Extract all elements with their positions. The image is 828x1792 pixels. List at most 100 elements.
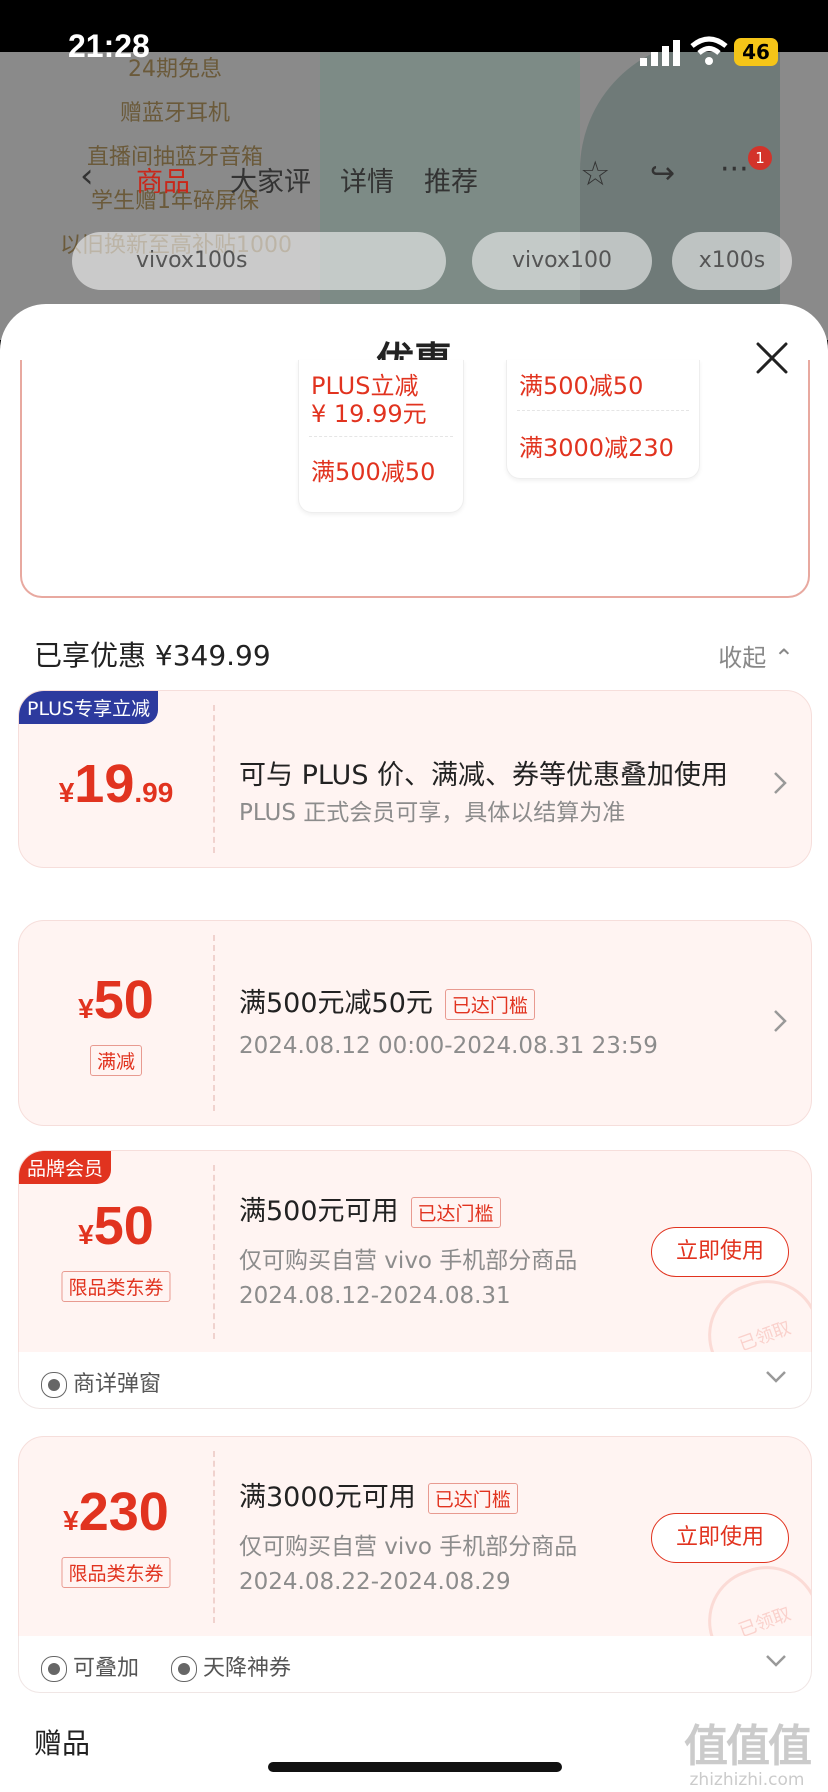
price-area: ¥50 满减: [19, 921, 213, 1125]
price-area: ¥230 限品类东券: [19, 1437, 213, 1637]
status-bar: 21:28 46: [0, 0, 828, 66]
validity-period: 2024.08.12-2024.08.31: [239, 1283, 511, 1309]
chevron-down-icon[interactable]: [765, 1370, 787, 1384]
chevron-right-icon: [774, 772, 787, 794]
coupon-footer[interactable]: 可叠加 天降神券: [18, 1636, 812, 1693]
stack-icon: [41, 1656, 67, 1682]
status-time: 21:28: [68, 28, 150, 64]
coupon-title-text: 满3000元可用: [239, 1482, 416, 1513]
tab-details[interactable]: 详情: [340, 160, 394, 199]
preview-line: ¥ 19.99元: [311, 400, 427, 428]
coupon-icon: [171, 1656, 197, 1682]
coupon-amount: ¥230: [19, 1481, 213, 1543]
coupon-icon: [41, 1372, 67, 1398]
divider: [213, 1451, 215, 1623]
chevron-down-icon[interactable]: [765, 1654, 787, 1668]
threshold-reached-badge: 已达门槛: [444, 989, 535, 1020]
gift-section-title: 赠品: [34, 1727, 91, 1760]
amount-decimal: .99: [134, 777, 174, 808]
watermark-url: zhizhizhi.com: [689, 1770, 805, 1790]
divider: [517, 410, 689, 411]
background-product-page: 24期免息 赠蓝牙耳机 直播间抽蓝牙音箱 学生赠1年碎屏保 以旧换新至高补贴10…: [0, 40, 828, 340]
amount-integer: 230: [78, 1482, 169, 1542]
discount-description: PLUS 正式会员可享，具体以结算为准: [239, 800, 626, 826]
plus-discount-card[interactable]: PLUS专享立减 ¥19.99 可与 PLUS 价、满减、券等优惠叠加使用 PL…: [18, 690, 812, 868]
use-now-button[interactable]: 立即使用: [651, 1227, 789, 1277]
home-indicator[interactable]: [268, 1762, 562, 1772]
divider: [213, 1165, 215, 1339]
promo-item: 赠蓝牙耳机: [119, 101, 230, 126]
threshold-reached-badge: 已达门槛: [410, 1197, 501, 1228]
search-pill[interactable]: x100s: [672, 232, 792, 290]
coupon-scope: 仅可购买自营 vivo 手机部分商品: [239, 1534, 578, 1560]
claimed-stamp: 已领取: [693, 1551, 811, 1637]
discount-sheet: 优惠 PLUS立减 ¥ 19.99元 满500减50 满500减50 满3000…: [0, 304, 828, 1792]
discount-title: 满500元减50元 已达门槛: [239, 981, 535, 1020]
amount-integer: 19: [74, 754, 135, 814]
discount-title-text: 满500元减50元: [239, 988, 433, 1019]
tab-recommend[interactable]: 推荐: [424, 160, 478, 199]
price-area: ¥50 限品类东券: [19, 1151, 213, 1353]
search-pill[interactable]: vivox100: [472, 232, 652, 290]
watermark: 值值值 zhizhizhi.com: [672, 1710, 822, 1790]
search-suggestions: vivox100s vivox100 x100s: [72, 232, 792, 292]
preview-card: PLUS立减 ¥ 19.99元 满500减50: [298, 360, 464, 513]
discount-preview-box: PLUS立减 ¥ 19.99元 满500减50 满500减50 满3000减23…: [20, 360, 810, 598]
discount-amount: ¥19.99: [19, 753, 213, 815]
share-icon[interactable]: ↪: [650, 156, 675, 191]
preview-line: 满500减50: [519, 372, 644, 400]
coupon-type-tag: 限品类东券: [61, 1271, 171, 1302]
divider: [309, 436, 453, 437]
claimed-stamp: 已领取: [693, 1265, 811, 1353]
coupon-type-tag: 限品类东券: [61, 1557, 171, 1588]
collapse-button[interactable]: 收起 ⌃: [718, 638, 794, 673]
tab-product[interactable]: 商品: [136, 160, 190, 199]
stackable-tag: 可叠加: [41, 1650, 140, 1682]
tab-reviews[interactable]: 大家评: [230, 160, 311, 199]
discount-total: 已享优惠 ¥349.99: [34, 639, 271, 672]
coupon-source-tag: 商详弹窗: [41, 1366, 162, 1398]
collapse-label: 收起: [718, 644, 767, 672]
cart-badge: 1: [748, 146, 772, 170]
discount-amount: ¥50: [19, 969, 213, 1031]
watermark-logo: 值值值: [684, 1721, 812, 1772]
coupon-footer[interactable]: 商详弹窗: [18, 1352, 812, 1409]
preview-card: 满500减50 满3000减230: [506, 360, 700, 479]
coupon-amount: ¥50: [19, 1195, 213, 1257]
divider: [213, 935, 215, 1111]
preview-line: 满500减50: [311, 458, 436, 486]
favorite-star-icon[interactable]: ☆: [580, 154, 610, 194]
wifi-icon: [690, 36, 728, 65]
currency-symbol: ¥: [78, 1219, 94, 1250]
amount-integer: 50: [93, 1196, 154, 1256]
coupon-source-label: 商详弹窗: [73, 1372, 162, 1397]
full-reduction-card[interactable]: ¥50 满减 满500元减50元 已达门槛 2024.08.12 00:00-20…: [18, 920, 812, 1126]
currency-symbol: ¥: [63, 1505, 79, 1536]
threshold-reached-badge: 已达门槛: [427, 1483, 518, 1514]
price-area: ¥19.99: [19, 691, 213, 867]
currency-symbol: ¥: [78, 993, 94, 1024]
cellular-signal-icon: [640, 40, 680, 66]
currency-symbol: ¥: [58, 777, 75, 808]
divider: [213, 705, 215, 853]
validity-period: 2024.08.22-2024.08.29: [239, 1569, 511, 1595]
more-icon[interactable]: ···: [720, 152, 749, 187]
coupon-source-tag: 天降神券: [171, 1650, 292, 1682]
discount-title: 可与 PLUS 价、满减、券等优惠叠加使用: [239, 760, 729, 791]
battery-indicator: 46: [734, 38, 778, 66]
coupon-title-text: 满500元可用: [239, 1196, 399, 1227]
coupon-card: 品牌会员 ¥50 限品类东券 满500元可用 已达门槛 仅可购买自营 vivo 手…: [18, 1150, 812, 1354]
product-tab-bar: ‹ 商品 大家评 详情 推荐 ☆ ↪ ···: [80, 150, 780, 206]
back-icon[interactable]: ‹: [80, 156, 94, 196]
coupon-scope: 仅可购买自营 vivo 手机部分商品: [239, 1248, 578, 1274]
use-now-button[interactable]: 立即使用: [651, 1513, 789, 1563]
stackable-label: 可叠加: [73, 1656, 140, 1681]
search-pill[interactable]: vivox100s: [72, 232, 446, 290]
chevron-right-icon: [774, 1010, 787, 1032]
discount-type-tag: 满减: [89, 1045, 143, 1076]
discount-summary: 已享优惠 ¥349.99 收起 ⌃: [34, 634, 794, 678]
coupon-title: 满500元可用 已达门槛: [239, 1189, 501, 1228]
coupon-source-label: 天降神券: [203, 1656, 292, 1681]
chevron-up-icon: ⌃: [773, 644, 794, 672]
preview-line: 满3000减230: [519, 434, 674, 462]
